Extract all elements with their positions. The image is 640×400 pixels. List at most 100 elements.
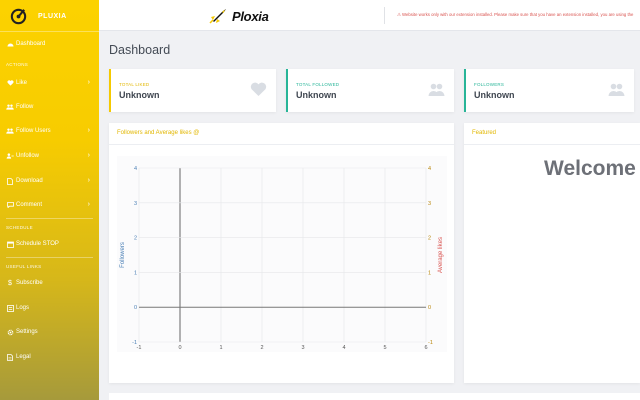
user-minus-icon	[6, 152, 14, 160]
users-icon	[608, 83, 625, 96]
sidebar-item-label: Download	[16, 178, 43, 184]
sidebar: PLUXIA Dashboard ACTIONS Like › Follow F…	[0, 0, 99, 400]
stat-card-total-liked: TOTAL LIKED Unknown	[109, 69, 276, 112]
x-tick-label: 3	[301, 345, 304, 351]
sidebar-item-comment[interactable]: Comment ›	[0, 197, 99, 213]
x-tick-label: -1	[137, 345, 142, 351]
welcome-heading: Welcome	[544, 157, 636, 180]
sidebar-item-legal[interactable]: Legal	[0, 349, 99, 365]
chevron-right-icon: ›	[87, 201, 90, 208]
dashboard-icon	[6, 40, 14, 48]
pluxia-logo-icon	[10, 8, 27, 24]
x-tick-label: 1	[219, 345, 222, 351]
chevron-right-icon: ›	[87, 177, 90, 184]
stat-card-total-followed: TOTAL FOLLOWED Unknown	[286, 69, 454, 112]
sidebar-item-label: Settings	[16, 329, 38, 335]
sidebar-item-label: Schedule STOP	[16, 241, 59, 247]
sidebar-item-follow[interactable]: Follow	[0, 99, 99, 115]
brand[interactable]: PLUXIA	[9, 6, 67, 26]
sidebar-item-label: Like	[16, 80, 28, 86]
stat-card-followers: FOLLOWERS Unknown	[464, 69, 634, 112]
divider	[6, 257, 93, 258]
stat-label: FOLLOWERS	[474, 82, 505, 87]
section-schedule: SCHEDULE	[6, 225, 33, 230]
y-left-tick-label: 2	[134, 236, 137, 242]
divider	[6, 218, 93, 219]
stat-value: Unknown	[474, 90, 515, 100]
sidebar-item-label: Comment	[16, 202, 43, 208]
sidebar-item-schedule-stop[interactable]: Schedule STOP	[0, 236, 99, 252]
sidebar-item-label: Dashboard	[16, 41, 46, 47]
x-tick-label: 2	[260, 345, 263, 351]
rocket-icon	[209, 9, 226, 24]
section-useful-links: USEFUL LINKS	[6, 264, 42, 269]
sidebar-item-label: Legal	[16, 354, 31, 360]
sidebar-item-like[interactable]: Like ›	[0, 75, 99, 91]
stat-value: Unknown	[296, 90, 337, 100]
followers-likes-chart: -1 0 1 2 3 4 5 643210-143210-1Followers Average …	[117, 156, 447, 352]
sidebar-item-label: Unfollow	[16, 153, 40, 159]
sidebar-item-dashboard[interactable]: Dashboard	[0, 36, 99, 52]
chevron-right-icon: ›	[87, 79, 90, 86]
heart-icon	[250, 82, 267, 96]
sidebar-item-subscribe[interactable]: $ Subscribe	[0, 275, 99, 291]
stat-label: TOTAL LIKED	[119, 82, 150, 87]
card-accent	[109, 69, 111, 112]
sidebar-item-label: Follow Users	[16, 128, 51, 134]
card-accent	[286, 69, 288, 112]
header-logo-text: Ploxia	[232, 8, 269, 24]
chart-background	[117, 156, 447, 352]
sidebar-item-download[interactable]: Download ›	[0, 173, 99, 189]
brand-name: PLUXIA	[38, 12, 67, 20]
header-logo[interactable]: Ploxia	[209, 6, 269, 26]
document-icon	[6, 353, 14, 361]
sidebar-item-label: Subscribe	[16, 280, 43, 286]
y-left-tick-label: 4	[134, 166, 137, 172]
sidebar-item-label: Follow	[16, 104, 34, 110]
chart-panel-title: Followers and Average likes @	[117, 130, 200, 136]
y-left-tick-label: -1	[132, 340, 137, 346]
y-left-axis-title: Followers	[120, 242, 126, 268]
y-left-tick-label: 1	[134, 270, 137, 276]
page-title: Dashboard	[109, 43, 171, 57]
top-bar: Ploxia ⚠ Website works only with our ext…	[99, 0, 640, 31]
y-right-tick-label: 1	[428, 270, 431, 276]
calendar-icon	[6, 240, 14, 248]
stat-label: TOTAL FOLLOWED	[296, 82, 340, 87]
stat-value: Unknown	[119, 90, 160, 100]
featured-panel-title: Featured	[472, 130, 497, 136]
y-right-axis-title: Average likes	[438, 237, 444, 273]
y-right-tick-label: -1	[428, 340, 433, 346]
y-right-tick-label: 4	[428, 166, 431, 172]
heart-icon	[6, 79, 14, 87]
sidebar-item-unfollow[interactable]: Unfollow ›	[0, 148, 99, 164]
extension-warning: ⚠ Website works only with our extension …	[397, 12, 634, 17]
users-icon	[6, 103, 14, 111]
chevron-right-icon: ›	[87, 152, 90, 159]
gear-icon	[6, 328, 14, 336]
sidebar-item-label: Logs	[16, 305, 30, 311]
dollar-icon: $	[8, 279, 12, 287]
next-panel-edge	[109, 393, 640, 400]
section-actions: ACTIONS	[6, 62, 29, 67]
divider	[384, 7, 385, 24]
sidebar-item-follow-users[interactable]: Follow Users ›	[0, 123, 99, 139]
chevron-right-icon: ›	[87, 127, 90, 134]
users-icon	[6, 127, 14, 135]
x-tick-label: 4	[342, 345, 345, 351]
x-tick-label: 5	[383, 345, 386, 351]
divider	[109, 144, 454, 145]
y-right-tick-label: 2	[428, 236, 431, 242]
sidebar-item-logs[interactable]: Logs	[0, 300, 99, 316]
comment-icon	[6, 201, 14, 209]
file-icon	[6, 177, 14, 185]
x-tick-label: 0	[178, 345, 181, 351]
users-icon	[428, 83, 445, 96]
sidebar-item-settings[interactable]: Settings	[0, 324, 99, 340]
divider	[464, 144, 640, 145]
logs-icon	[6, 304, 14, 312]
y-left-tick-label: 0	[134, 305, 137, 311]
card-accent	[464, 69, 466, 112]
divider	[0, 31, 99, 32]
y-right-tick-label: 3	[428, 201, 431, 207]
